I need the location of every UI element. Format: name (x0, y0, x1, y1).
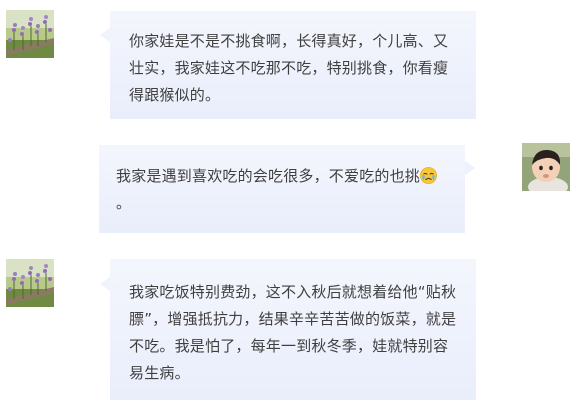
crying-face-icon (420, 167, 437, 184)
message-text: 我家是遇到喜欢吃的会吃很多，不爱吃的也挑 (116, 167, 421, 185)
avatar-lavender[interactable] (6, 259, 54, 307)
avatar-lavender[interactable] (6, 10, 54, 58)
message-bubble: 我家是遇到喜欢吃的会吃很多，不爱吃的也挑 。 (99, 145, 475, 233)
message-text: 你家娃是不是不挑食啊，长得真好，个儿高、又壮实，我家娃这不吃那不吃，特别挑食，你… (129, 32, 449, 104)
message-bubble: 我家吃饭特别费劲，这不入秋后就想着给他“贴秋膘”，增强抵抗力，结果辛辛苦苦做的饭… (100, 259, 476, 400)
message-text-suffix: 。 (116, 194, 132, 212)
avatar-child[interactable] (522, 143, 570, 191)
message-text: 我家吃饭特别费劲，这不入秋后就想着给他“贴秋膘”，增强抵抗力，结果辛辛苦苦做的饭… (129, 283, 457, 382)
message-bubble: 你家娃是不是不挑食啊，长得真好，个儿高、又壮实，我家娃这不吃那不吃，特别挑食，你… (100, 11, 476, 119)
